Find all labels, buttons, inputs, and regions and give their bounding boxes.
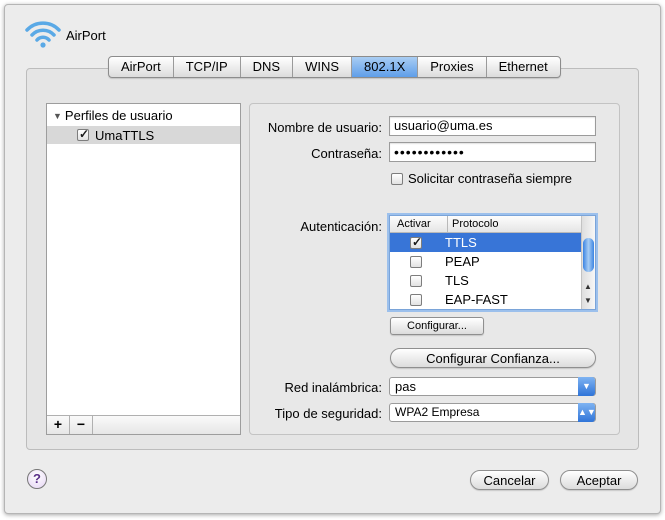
protocol-enable-checkbox[interactable]: [410, 235, 422, 249]
wireless-network-label: Red inalámbrica:: [284, 380, 382, 395]
tab-tcpip[interactable]: TCP/IP: [174, 57, 241, 77]
security-type-label: Tipo de seguridad:: [274, 406, 382, 421]
table-row[interactable]: TLS: [390, 271, 581, 290]
protocol-name: PEAP: [445, 254, 480, 269]
table-row[interactable]: EAP-FAST: [390, 290, 581, 309]
tab-wins[interactable]: WINS: [293, 57, 353, 77]
protocol-name: EAP-FAST: [445, 292, 508, 307]
configure-button[interactable]: Configurar...: [390, 317, 484, 335]
profiles-group-header[interactable]: ▼ Perfiles de usuario: [53, 108, 173, 123]
help-button[interactable]: ?: [27, 469, 47, 489]
wifi-icon: [25, 21, 61, 48]
auth-label: Autenticación:: [300, 219, 382, 234]
profile-enabled-checkbox[interactable]: [77, 127, 89, 141]
security-type-value: WPA2 Empresa: [395, 405, 480, 419]
profile-label: UmaTTLS: [95, 127, 155, 143]
user-profiles-list[interactable]: ▼ Perfiles de usuario UmaTTLS + −: [46, 103, 241, 435]
password-label: Contraseña:: [311, 146, 382, 161]
wireless-network-value: pas: [395, 379, 416, 394]
cancel-button[interactable]: Cancelar: [470, 470, 549, 490]
accept-button[interactable]: Aceptar: [560, 470, 638, 490]
security-type-popup[interactable]: WPA2 Empresa ▲▼: [389, 403, 596, 422]
protocol-enable-checkbox[interactable]: [410, 274, 422, 287]
scrollbar-thumb[interactable]: [583, 238, 594, 272]
tab-ethernet[interactable]: Ethernet: [487, 57, 560, 77]
window-title: AirPort: [66, 28, 106, 43]
tab-8021x[interactable]: 802.1X: [352, 57, 419, 77]
protocol-enable-checkbox[interactable]: [410, 255, 422, 268]
username-field[interactable]: usuario@uma.es: [389, 116, 596, 136]
disclosure-triangle-icon[interactable]: ▼: [53, 111, 62, 121]
remove-profile-button[interactable]: −: [70, 416, 93, 434]
auth-table-scrollbar[interactable]: ▲ ▼: [581, 216, 595, 309]
tab-airport[interactable]: AirPort: [109, 57, 174, 77]
auth-protocol-table[interactable]: Activar Protocolo TTLS PEAP TLS EAP-FAST…: [389, 215, 596, 310]
add-profile-button[interactable]: +: [47, 416, 70, 434]
profiles-header-label: Perfiles de usuario: [64, 108, 173, 123]
table-row[interactable]: TTLS: [390, 233, 581, 252]
protocol-name: TTLS: [445, 235, 477, 250]
tab-dns[interactable]: DNS: [241, 57, 294, 77]
username-label: Nombre de usuario:: [267, 120, 382, 135]
col-protocol-header[interactable]: Protocolo: [448, 216, 498, 232]
list-item[interactable]: UmaTTLS: [47, 126, 240, 144]
protocol-name: TLS: [445, 273, 469, 288]
chevron-down-icon[interactable]: ▼: [578, 377, 595, 396]
table-row[interactable]: PEAP: [390, 252, 581, 271]
ask-password-label: Solicitar contraseña siempre: [408, 171, 573, 186]
wireless-network-popup[interactable]: pas ▼: [389, 377, 596, 396]
add-remove-bar: + −: [47, 415, 240, 434]
auth-table-header: Activar Protocolo: [390, 216, 581, 233]
scroll-up-arrow-icon[interactable]: ▲: [584, 282, 592, 291]
col-enable-header[interactable]: Activar: [390, 216, 448, 232]
up-down-arrows-icon[interactable]: ▲▼: [578, 403, 596, 422]
scroll-down-arrow-icon[interactable]: ▼: [584, 296, 592, 305]
tab-proxies[interactable]: Proxies: [418, 57, 487, 77]
ask-password-checkbox[interactable]: [391, 172, 403, 185]
ask-password-row[interactable]: Solicitar contraseña siempre: [391, 171, 572, 186]
configure-trust-button[interactable]: Configurar Confianza...: [390, 348, 596, 368]
tab-bar: AirPort TCP/IP DNS WINS 802.1X Proxies E…: [108, 56, 561, 78]
password-field[interactable]: ••••••••••••: [389, 142, 596, 162]
protocol-enable-checkbox[interactable]: [410, 293, 422, 306]
